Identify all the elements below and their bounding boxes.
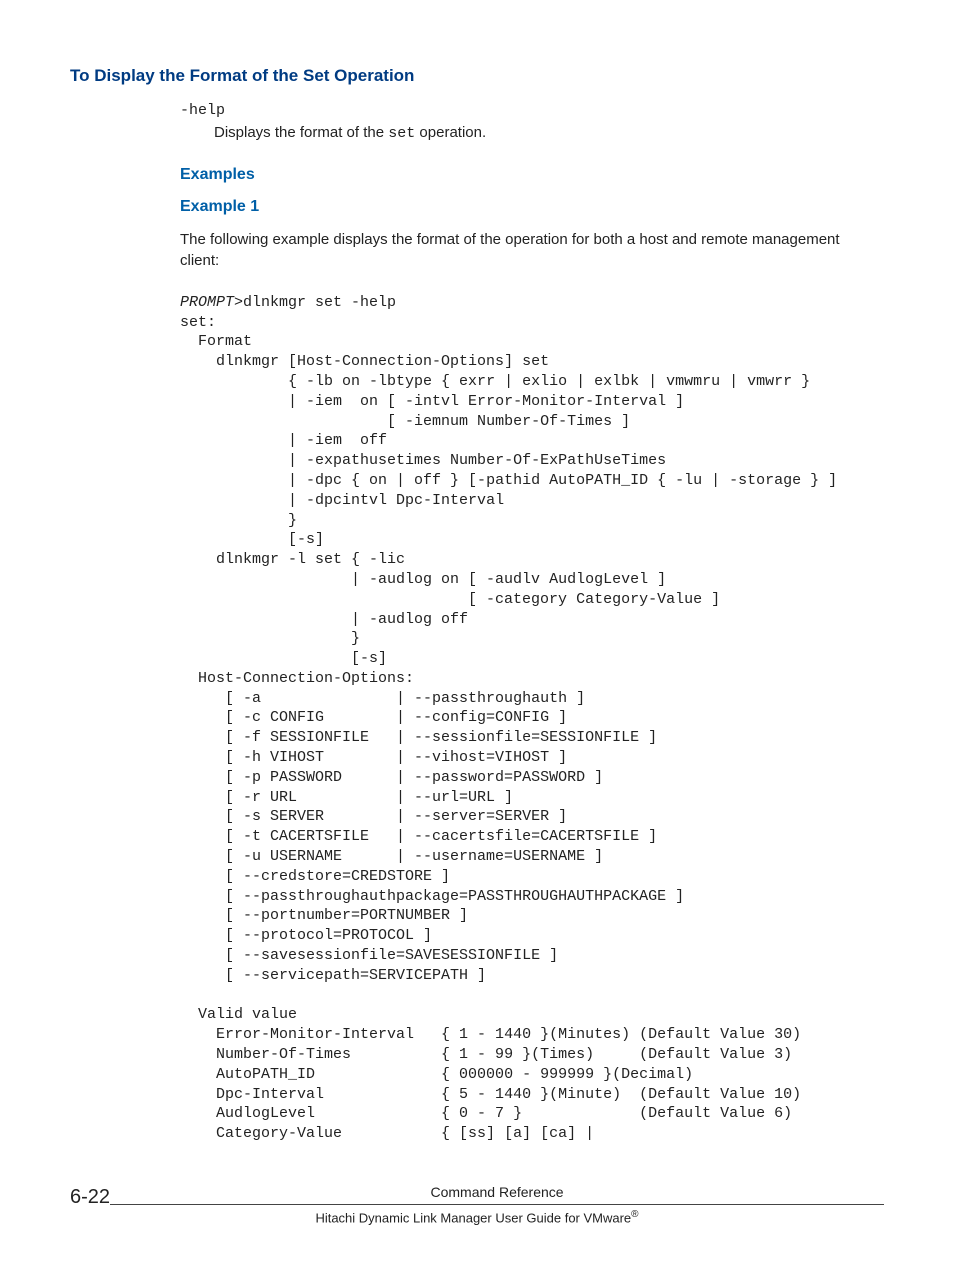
code-body: >dlnkmgr set -help set: Format dlnkmgr [… [180,294,837,1142]
section-heading: To Display the Format of the Set Operati… [70,66,884,86]
example1-codeblock: PROMPT>dlnkmgr set -help set: Format dln… [180,293,874,1144]
prompt-label: PROMPT [180,294,234,311]
footer-title: Command Reference [110,1184,884,1205]
registered-mark: ® [631,1209,638,1220]
help-description: Displays the format of the set operation… [214,123,874,144]
example1-heading: Example 1 [180,198,874,216]
desc-code: set [388,125,415,142]
page-footer: 6-22 Command Reference Hitachi Dynamic L… [70,1184,884,1225]
example1-intro: The following example displays the forma… [180,230,874,271]
page-number: 6-22 [70,1186,110,1209]
desc-suffix: operation. [415,124,486,141]
term-help: -help [180,102,874,119]
footer-sub-prefix: Hitachi Dynamic Link Manager User Guide … [315,1210,631,1225]
footer-subtitle: Hitachi Dynamic Link Manager User Guide … [70,1209,884,1225]
desc-prefix: Displays the format of the [214,124,388,141]
content-block: -help Displays the format of the set ope… [180,102,874,1144]
examples-heading: Examples [180,166,874,184]
